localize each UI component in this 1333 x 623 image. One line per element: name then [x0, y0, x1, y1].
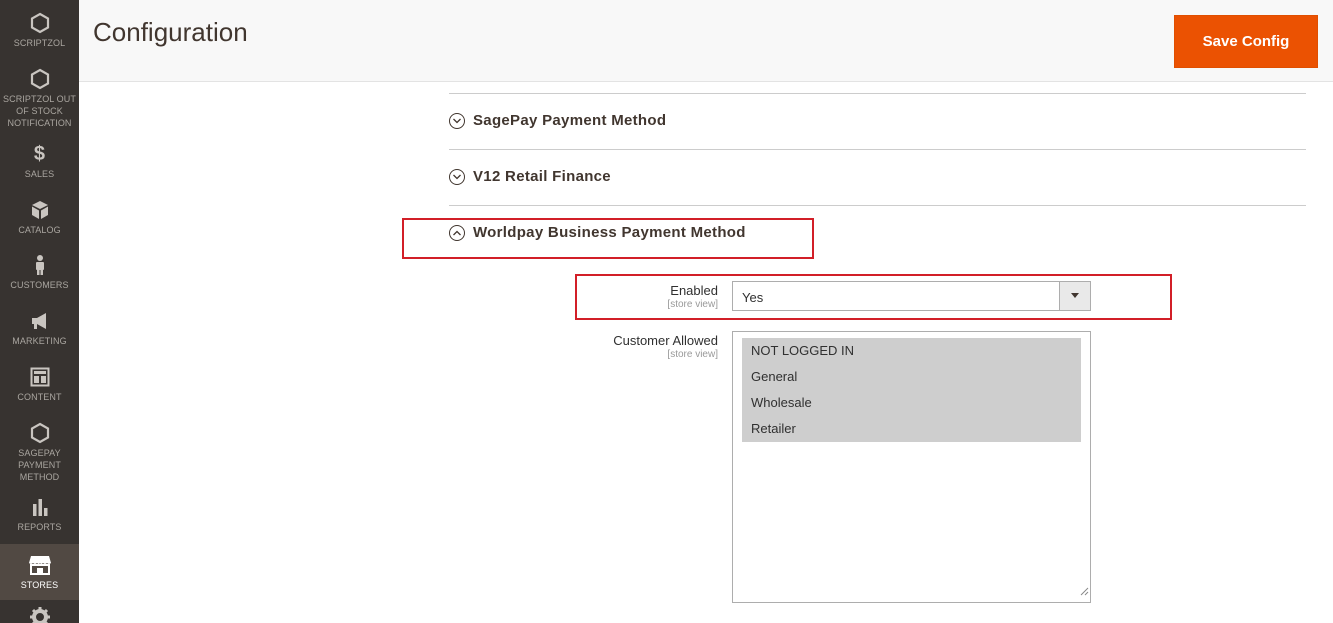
chevron-down-icon [449, 168, 465, 185]
customer-allowed-multiselect[interactable]: NOT LOGGED IN General Wholesale Retailer [732, 331, 1091, 603]
nav-item-customers[interactable]: CUSTOMERS [0, 254, 79, 291]
customer-allowed-label: Customer Allowed [store view] [613, 333, 718, 360]
resize-handle-icon[interactable] [1080, 583, 1089, 601]
nav-item-content[interactable]: CONTENT [0, 366, 79, 403]
nav-item-label: SCRIPTZOL OUT OF STOCK NOTIFICATION [3, 94, 76, 128]
hexagon-icon [0, 422, 79, 444]
gear-icon [0, 606, 79, 623]
multiselect-option[interactable]: General [742, 364, 1081, 390]
nav-item-system[interactable] [0, 606, 79, 623]
enabled-label: Enabled [store view] [667, 283, 718, 310]
nav-item-scriptzol[interactable]: SCRIPTZOL [0, 12, 79, 49]
highlight-box-section [402, 218, 814, 259]
section-title: SagePay Payment Method [473, 112, 667, 129]
nav-item-sagepay[interactable]: SAGEPAY PAYMENT METHOD [0, 422, 79, 483]
section-toggle-sagepay[interactable]: SagePay Payment Method [449, 112, 666, 129]
section-sagepay: SagePay Payment Method [449, 93, 1306, 150]
field-label-text: Enabled [670, 283, 718, 298]
nav-item-label: REPORTS [17, 522, 62, 532]
store-icon [0, 554, 79, 576]
admin-sidebar: SCRIPTZOL SCRIPTZOL OUT OF STOCK NOTIFIC… [0, 0, 79, 623]
megaphone-icon [0, 310, 79, 332]
nav-item-label: SALES [24, 169, 55, 179]
nav-item-sales[interactable]: $ SALES [0, 143, 79, 180]
nav-item-marketing[interactable]: MARKETING [0, 310, 79, 347]
section-v12-retail-finance: V12 Retail Finance [449, 149, 1306, 206]
select-value: Yes [742, 290, 764, 305]
nav-item-label: SCRIPTZOL [13, 38, 66, 48]
nav-item-label: CUSTOMERS [10, 280, 69, 290]
dropdown-arrow-icon[interactable] [1059, 282, 1090, 310]
nav-item-reports[interactable]: REPORTS [0, 496, 79, 533]
enabled-select[interactable]: Yes [732, 281, 1091, 311]
nav-item-catalog[interactable]: CATALOG [0, 199, 79, 236]
field-scope: [store view] [667, 349, 718, 360]
nav-item-label: CONTENT [17, 392, 62, 402]
cube-icon [0, 199, 79, 221]
nav-item-label: SAGEPAY PAYMENT METHOD [18, 448, 61, 482]
dollar-icon: $ [33, 143, 46, 165]
hexagon-icon [0, 68, 79, 90]
section-toggle-v12[interactable]: V12 Retail Finance [449, 168, 611, 185]
page-title: Configuration [93, 17, 248, 47]
multiselect-option[interactable]: Wholesale [742, 390, 1081, 416]
person-icon [0, 254, 79, 276]
section-title: V12 Retail Finance [473, 168, 611, 185]
layout-icon [0, 366, 79, 388]
nav-item-scriptzol-out-of-stock[interactable]: SCRIPTZOL OUT OF STOCK NOTIFICATION [0, 68, 79, 129]
hexagon-icon [0, 12, 79, 34]
nav-item-label: CATALOG [18, 225, 61, 235]
chevron-down-icon [449, 112, 465, 129]
nav-item-stores[interactable]: STORES [0, 544, 79, 600]
page-header: Configuration Save Config [79, 0, 1333, 82]
nav-item-label: STORES [20, 580, 59, 590]
field-label-text: Customer Allowed [613, 333, 718, 348]
nav-item-label: MARKETING [12, 336, 67, 346]
save-config-button[interactable]: Save Config [1174, 15, 1318, 68]
multiselect-option[interactable]: NOT LOGGED IN [742, 338, 1081, 364]
bar-chart-icon [0, 496, 79, 518]
field-scope: [store view] [667, 299, 718, 310]
multiselect-option[interactable]: Retailer [742, 416, 1081, 442]
